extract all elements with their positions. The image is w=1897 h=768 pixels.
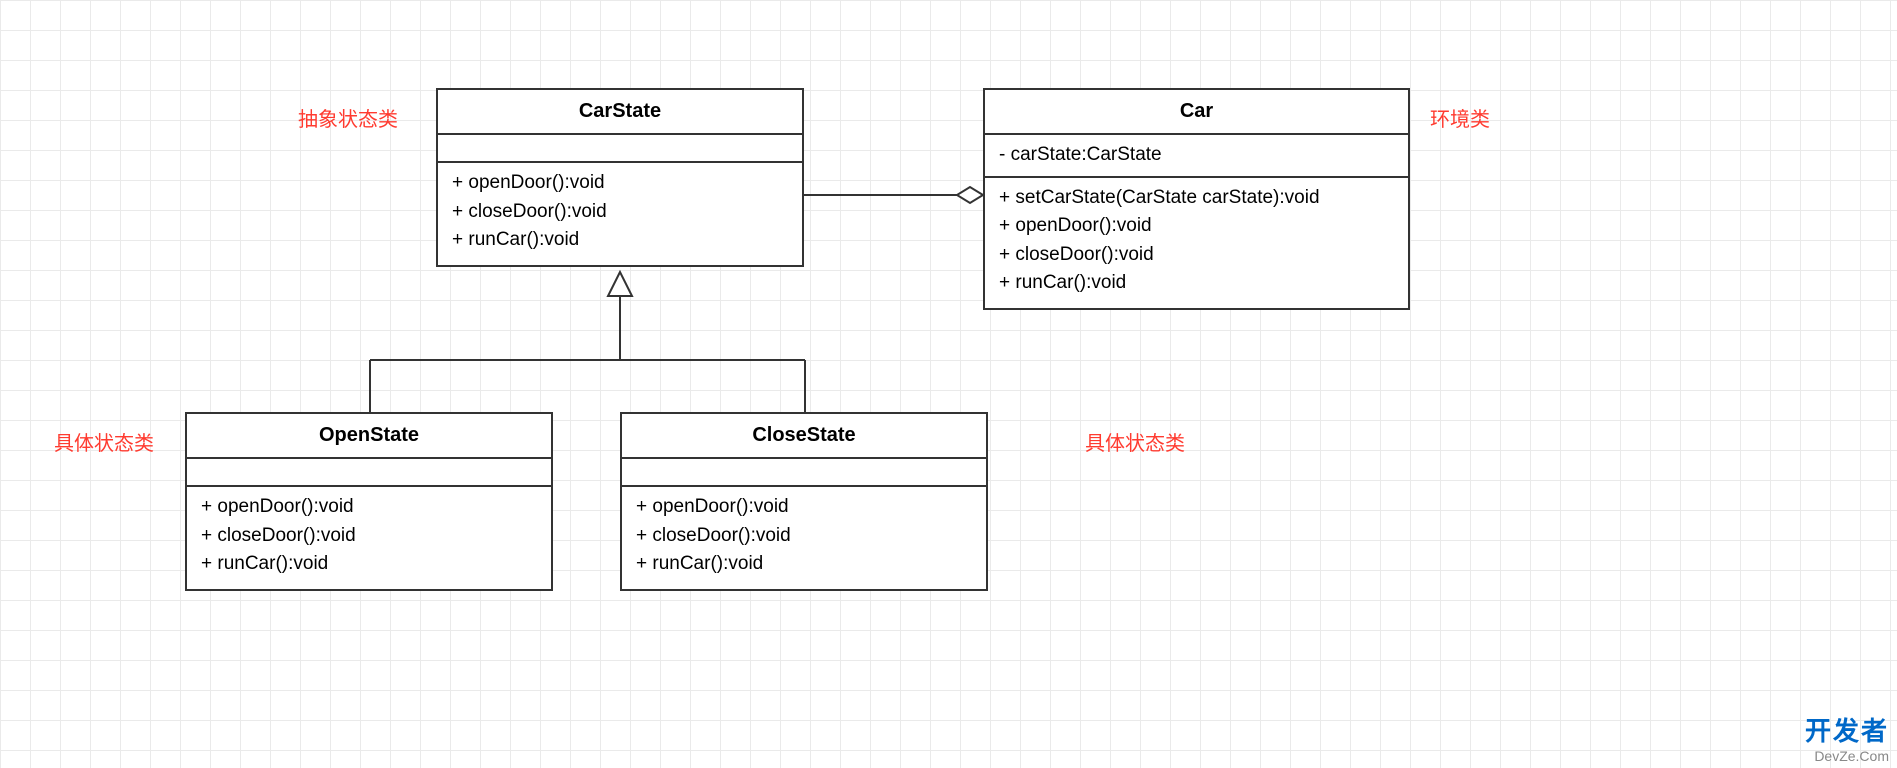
op-item: + openDoor():void [452,169,788,198]
op-item: + closeDoor():void [636,522,972,551]
label-concrete-state-right: 具体状态类 [1085,427,1185,456]
aggregation-diamond-icon [957,187,983,203]
class-car-name: Car [985,90,1408,135]
class-closestate-ops: + openDoor():void + closeDoor():void + r… [622,487,986,589]
label-abstract-state: 抽象状态类 [298,103,398,132]
class-car: Car - carState:CarState + setCarState(Ca… [983,88,1410,310]
class-closestate-attrs [622,459,986,487]
op-item: + closeDoor():void [999,241,1394,270]
connectors [0,0,1897,768]
op-item: + openDoor():void [999,212,1394,241]
class-openstate-attrs [187,459,551,487]
op-item: + openDoor():void [636,493,972,522]
op-item: + runCar():void [201,550,537,579]
attr-item: - carState:CarState [999,141,1394,170]
class-openstate: OpenState + openDoor():void + closeDoor(… [185,412,553,591]
class-closestate: CloseState + openDoor():void + closeDoor… [620,412,988,591]
op-item: + runCar():void [636,550,972,579]
class-openstate-name: OpenState [187,414,551,459]
class-openstate-ops: + openDoor():void + closeDoor():void + r… [187,487,551,589]
label-concrete-state-left: 具体状态类 [54,427,154,456]
op-item: + runCar():void [452,226,788,255]
op-item: + openDoor():void [201,493,537,522]
op-item: + closeDoor():void [201,522,537,551]
brand-sub: DevZe.Com [1814,748,1889,764]
label-context-class: 环境类 [1430,103,1490,132]
op-item: + closeDoor():void [452,198,788,227]
class-car-attrs: - carState:CarState [985,135,1408,178]
class-carstate-attrs [438,135,802,163]
class-car-ops: + setCarState(CarState carState):void + … [985,178,1408,308]
class-carstate-name: CarState [438,90,802,135]
op-item: + setCarState(CarState carState):void [999,184,1394,213]
brand-logo: 开发者 [1805,711,1889,748]
class-carstate-ops: + openDoor():void + closeDoor():void + r… [438,163,802,265]
op-item: + runCar():void [999,269,1394,298]
generalization-arrow-icon [608,272,632,296]
class-carstate: CarState + openDoor():void + closeDoor()… [436,88,804,267]
class-closestate-name: CloseState [622,414,986,459]
